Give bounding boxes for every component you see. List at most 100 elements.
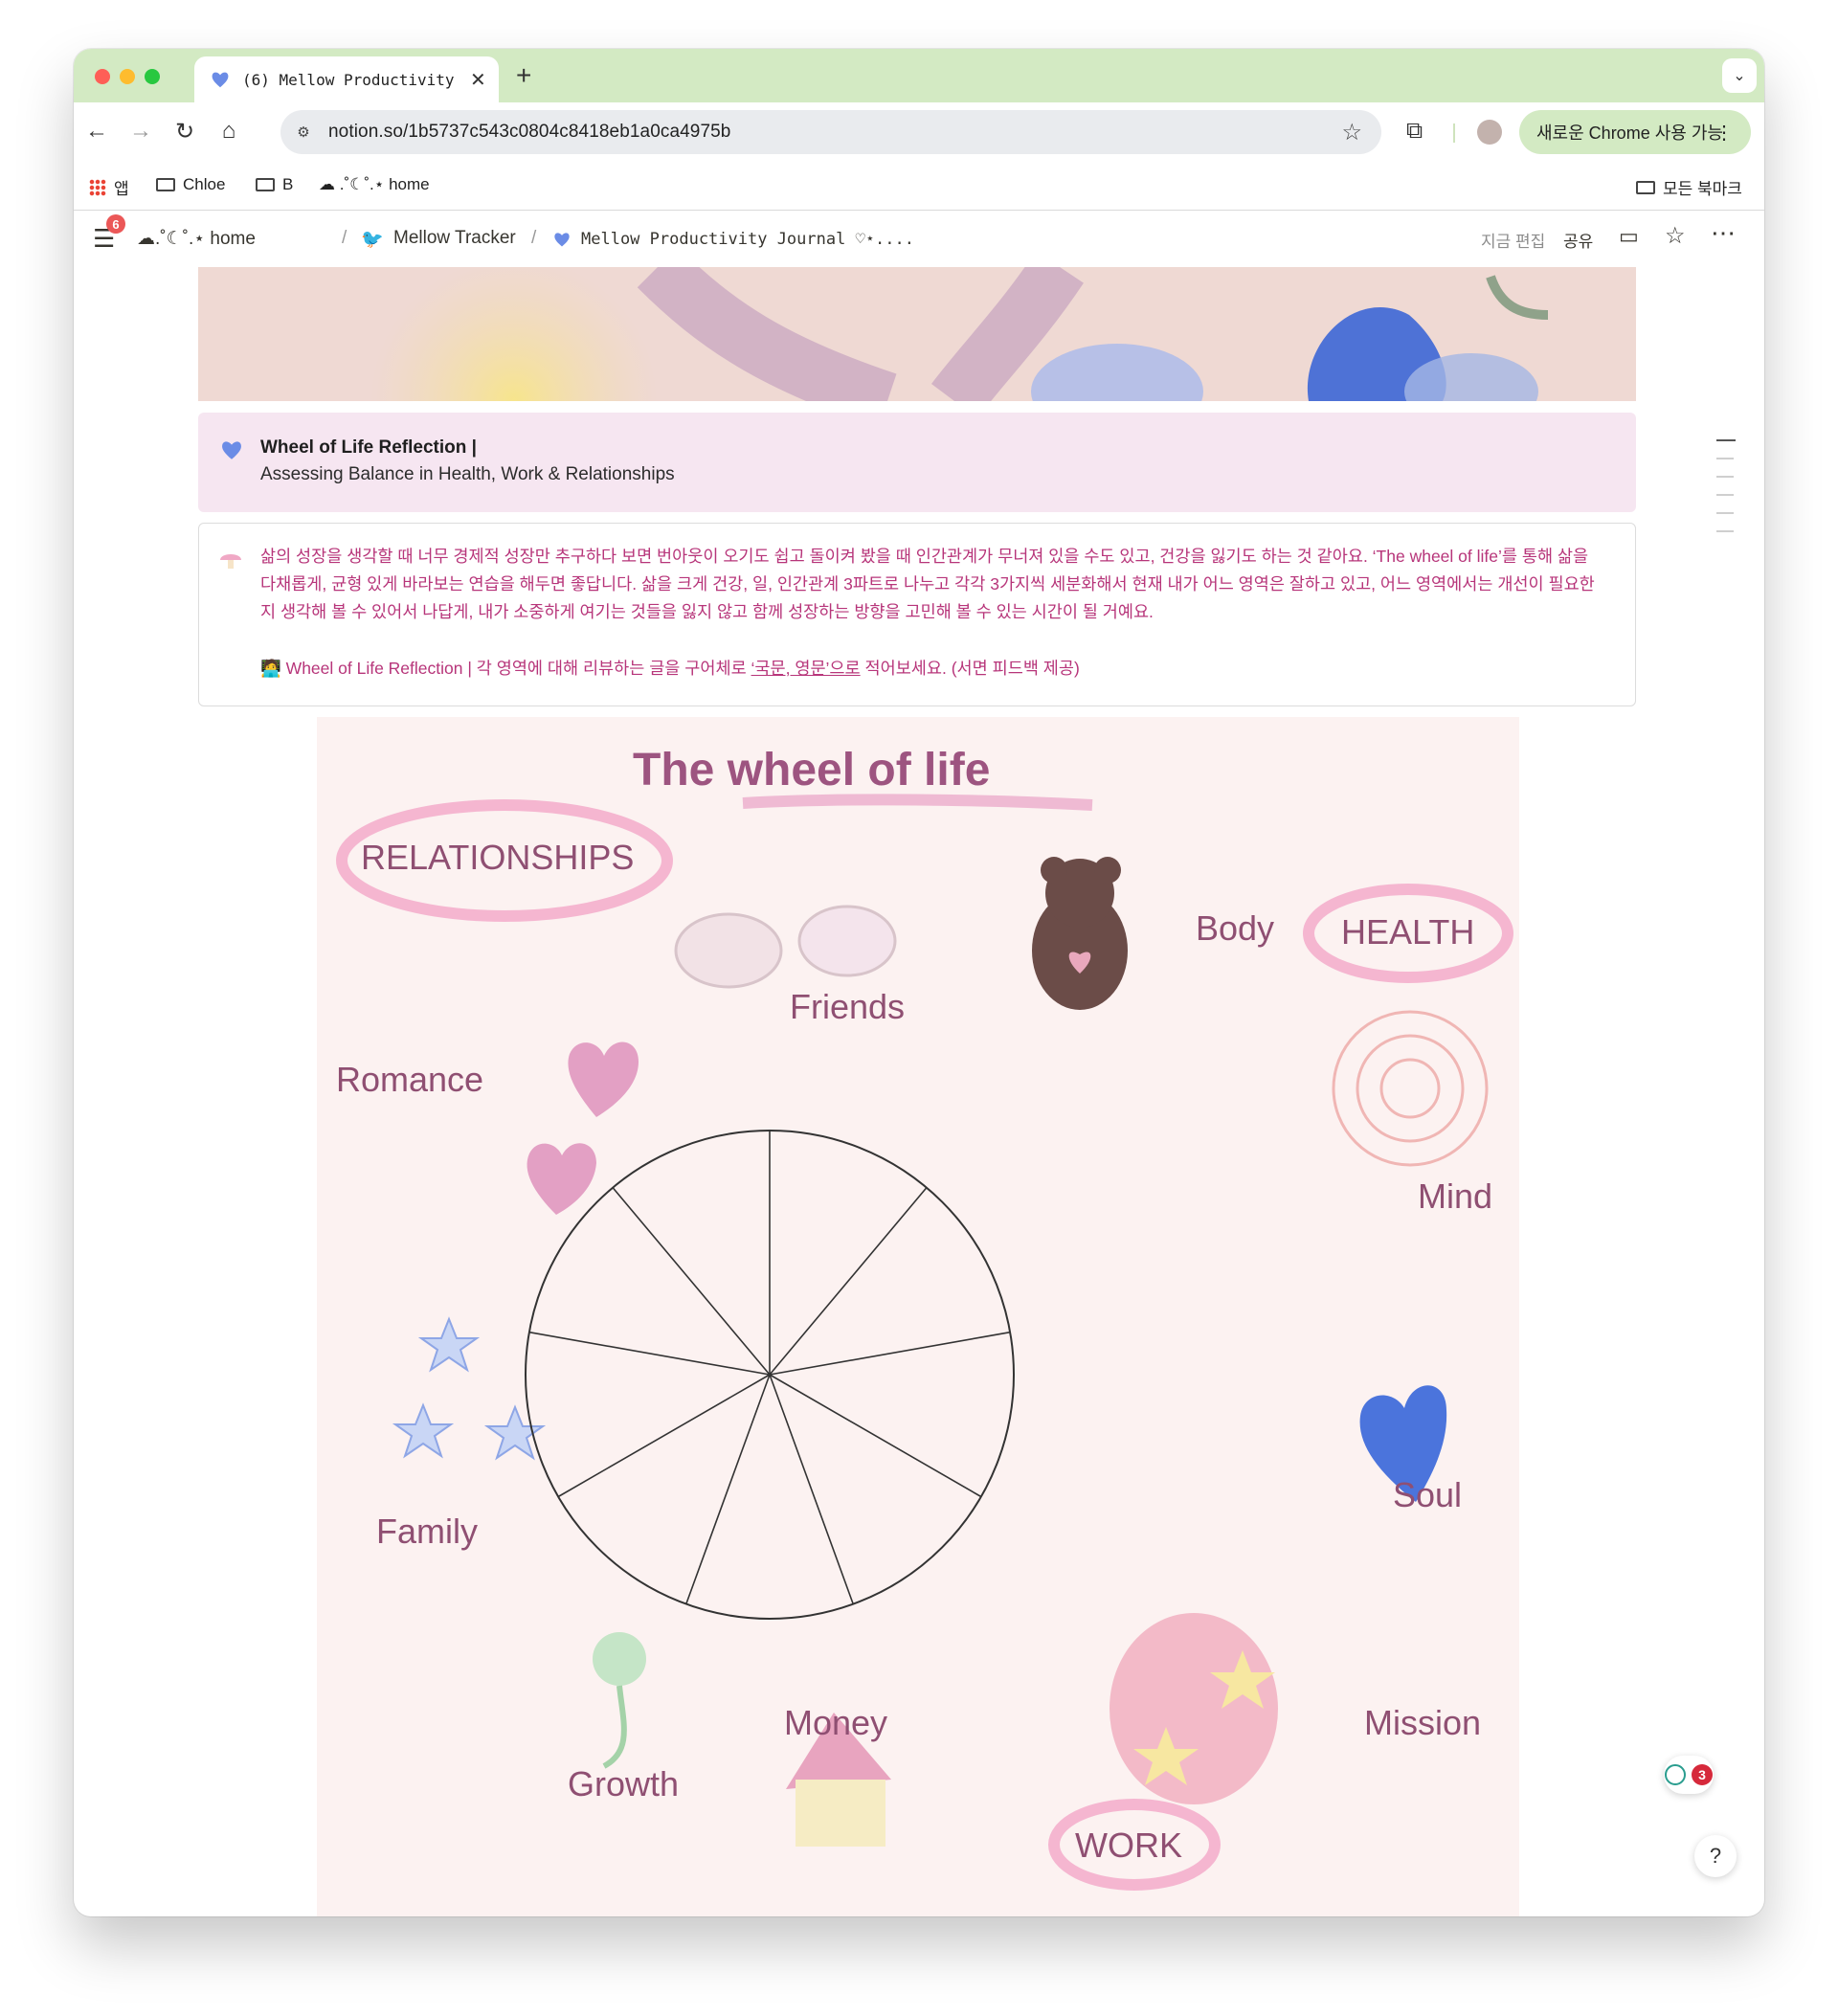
tab-close-icon[interactable]: ✕ (470, 68, 486, 92)
toolbar-divider (1453, 123, 1455, 143)
maximize-window-button[interactable] (145, 69, 160, 84)
wheel-title: The wheel of life (633, 745, 991, 795)
title-callout: Wheel of Life Reflection | Assessing Bal… (198, 413, 1636, 512)
breadcrumb-current-page[interactable]: Mellow Productivity Journal ♡⋆.... (581, 230, 914, 249)
more-options-icon[interactable]: ⋯ (1711, 218, 1736, 248)
description-callout: 삶의 성장을 생각할 때 너무 경제적 성장만 추구하다 보면 번아웃이 오기도… (198, 523, 1636, 706)
bookmark-folder-b[interactable]: B (256, 175, 293, 194)
notification-badge: 6 (106, 214, 125, 234)
area-label-mind: Mind (1418, 1176, 1493, 1216)
wheel-spoke (612, 1187, 771, 1376)
area-label-body: Body (1196, 908, 1275, 948)
folder-icon (256, 178, 275, 191)
close-window-button[interactable] (95, 69, 110, 84)
browser-window: (6) Mellow Productivity Journal ✕ + ⌄ ← … (74, 49, 1764, 1916)
toc-mark (1716, 530, 1734, 532)
notion-topbar: ☰ 6 ☁︎.˚☾˚.⋆ home / 🐦 Mellow Tracker / M… (74, 211, 1764, 266)
group-label-work: WORK (1075, 1826, 1182, 1865)
edited-status: 지금 편집 (1481, 233, 1546, 251)
table-of-contents-indicator[interactable] (1716, 439, 1736, 549)
area-label-friends: Friends (790, 987, 906, 1026)
wheel-spoke (769, 1331, 1011, 1376)
wheel-spoke (528, 1331, 771, 1376)
toc-mark (1716, 512, 1734, 514)
all-bookmarks-folder[interactable]: 모든 북마크 (1636, 175, 1742, 199)
wheel-spoke (557, 1374, 771, 1498)
minimize-window-button[interactable] (120, 69, 135, 84)
help-button[interactable]: ? (1694, 1835, 1737, 1877)
area-label-growth: Growth (568, 1764, 680, 1803)
tab-bar: (6) Mellow Productivity Journal ✕ + ⌄ (74, 49, 1764, 102)
home-icon[interactable]: ⌂ (213, 116, 244, 146)
bookmark-apps[interactable]: 앱 (89, 175, 129, 199)
browser-toolbar: ← → ↻ ⌂ ⚙ notion.so/1b5737c543c0804c8418… (74, 102, 1764, 164)
blue-heart-icon (554, 233, 570, 247)
wheel-spoke (685, 1374, 771, 1604)
callout-body-text: 삶의 성장을 생각할 때 너무 경제적 성장만 추구하다 보면 번아웃이 오기도… (260, 547, 1595, 621)
group-label-relationships: RELATIONSHIPS (361, 838, 635, 877)
bookmarks-bar: 앱 Chloe B ☁︎ .˚☾˚.⋆ home 모든 북마크 (74, 164, 1764, 211)
bookmark-label: Chloe (183, 175, 226, 193)
lightbulb-icon (1665, 1764, 1686, 1785)
breadcrumb-bird-icon: 🐦 (361, 230, 384, 250)
bookmark-label: 앱 (114, 180, 129, 198)
blue-heart-icon (222, 441, 241, 459)
wheel-spoke (769, 1187, 928, 1376)
extensions-puzzle-icon[interactable]: ⧉ (1406, 118, 1423, 145)
toc-mark (1716, 458, 1734, 459)
breadcrumb-mellow-tracker[interactable]: Mellow Tracker (393, 228, 516, 249)
toc-mark (1716, 494, 1734, 496)
chrome-update-button[interactable]: 새로운 Chrome 사용 가능 ⋮ (1519, 110, 1751, 154)
tab-search-chevron-icon[interactable]: ⌄ (1722, 58, 1757, 93)
bookmark-folder-chloe[interactable]: Chloe (156, 175, 225, 194)
reload-icon[interactable]: ↻ (169, 116, 200, 146)
area-label-soul: Soul (1393, 1475, 1463, 1514)
reflection-instruction: 🧑‍💻 Wheel of Life Reflection | 각 영역에 대해 … (260, 656, 1080, 680)
toc-mark (1716, 476, 1734, 478)
breadcrumb-separator: / (531, 228, 537, 248)
address-bar[interactable]: ⚙ notion.so/1b5737c543c0804c8418eb1a0ca4… (280, 110, 1381, 154)
bookmark-star-icon[interactable]: ☆ (1341, 119, 1362, 146)
forward-arrow-icon[interactable]: → (125, 116, 156, 146)
mushroom-icon (220, 554, 241, 569)
favorite-star-icon[interactable]: ☆ (1665, 222, 1686, 250)
folder-icon (156, 178, 175, 191)
breadcrumb-home[interactable]: ☁︎.˚☾˚.⋆ home (137, 228, 256, 250)
bookmark-label: B (282, 175, 294, 193)
wheel-illustration (336, 794, 1513, 1891)
more-vertical-icon: ⋮ (1715, 122, 1734, 144)
tab-title: (6) Mellow Productivity Journal (242, 70, 462, 89)
all-bookmarks-label: 모든 북마크 (1663, 180, 1742, 198)
blue-heart-icon (212, 72, 229, 88)
wheel-of-life-image[interactable]: The wheel of life RELATIONSHIPS HEALTH W… (317, 717, 1519, 1916)
notification-count-badge: 3 (1692, 1764, 1713, 1785)
apps-grid-icon (89, 178, 106, 196)
bookmark-label: ☁︎ .˚☾˚.⋆ home (319, 175, 430, 193)
area-label-family: Family (376, 1512, 478, 1551)
share-button[interactable]: 공유 (1563, 228, 1593, 252)
browser-tab[interactable]: (6) Mellow Productivity Journal ✕ (194, 56, 499, 102)
wheel-spoke (769, 1374, 854, 1604)
area-label-money: Money (784, 1703, 888, 1742)
new-tab-button[interactable]: + (516, 60, 531, 91)
wheel-spokes (528, 1131, 1011, 1604)
site-info-icon[interactable]: ⚙ (292, 121, 315, 144)
callout-subtitle: Assessing Balance in Health, Work & Rela… (260, 464, 675, 484)
wheel-spoke (769, 1374, 982, 1498)
area-label-romance: Romance (336, 1060, 484, 1099)
instruction-underlined: ‘국문, 영문’으로 (751, 659, 861, 678)
person-laptop-icon: 🧑‍💻 (260, 659, 281, 678)
callout-title: Wheel of Life Reflection | (260, 437, 477, 458)
folder-icon (1636, 180, 1655, 194)
instruction-prefix: Wheel of Life Reflection | 각 영역에 대해 리뷰하는… (285, 659, 751, 678)
comments-icon[interactable]: ▭ (1619, 224, 1639, 249)
area-label-mission: Mission (1364, 1703, 1482, 1742)
toc-mark (1716, 439, 1736, 441)
group-label-health: HEALTH (1341, 912, 1475, 952)
bookmark-home[interactable]: ☁︎ .˚☾˚.⋆ home (319, 175, 430, 194)
page-cover-image[interactable] (198, 267, 1636, 401)
back-arrow-icon[interactable]: ← (81, 116, 112, 146)
profile-avatar[interactable] (1477, 120, 1502, 145)
notifications-button[interactable]: 3 (1664, 1756, 1714, 1794)
url-text: notion.so/1b5737c543c0804c8418eb1a0ca497… (328, 122, 731, 142)
